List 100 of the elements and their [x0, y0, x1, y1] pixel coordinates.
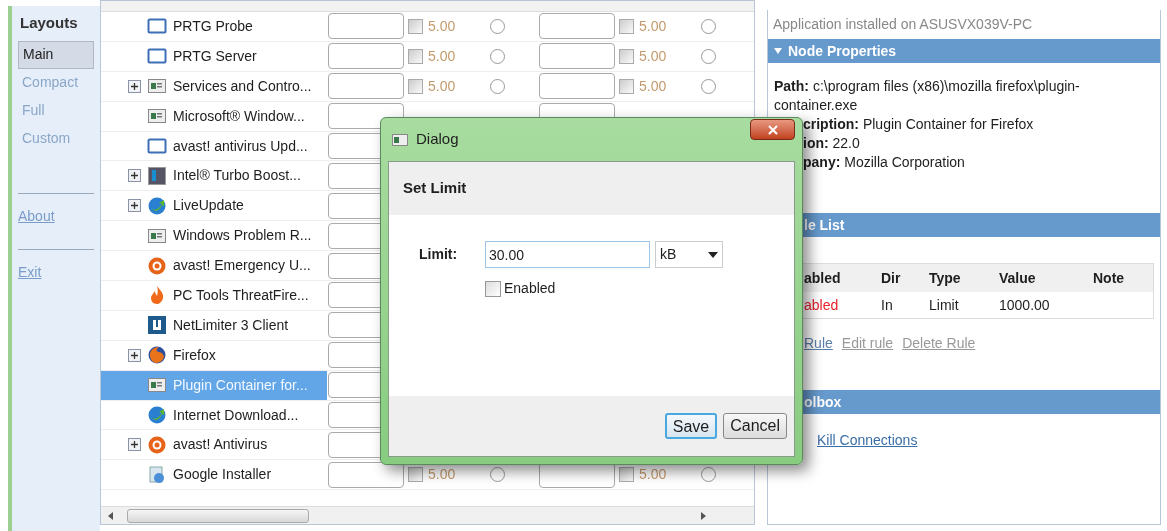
limit-value: 5.00	[428, 46, 456, 66]
limit-checkbox[interactable]	[619, 467, 634, 483]
close-icon	[765, 122, 780, 137]
app-name: PRTG Probe	[173, 16, 253, 36]
layout-item[interactable]: Main	[18, 40, 94, 69]
app-row[interactable]: LiveUpdate	[101, 191, 327, 221]
app-row[interactable]: Google Installer	[101, 460, 327, 490]
column-header: Type	[929, 268, 962, 288]
limit-radio[interactable]	[701, 467, 716, 483]
expand-plus-icon[interactable]	[128, 438, 141, 452]
limit-input[interactable]	[539, 13, 615, 40]
limit-checkbox[interactable]	[619, 78, 634, 94]
limit-label: Limit:	[419, 245, 459, 264]
expand-plus-icon[interactable]	[128, 199, 141, 213]
limit-field[interactable]: 30.00	[485, 241, 650, 268]
limit-input[interactable]	[539, 43, 615, 70]
section-title: olbox	[804, 392, 842, 412]
rule-cell-text: abled	[803, 295, 840, 315]
toolbox-link[interactable]: Kill Connections	[817, 432, 918, 448]
app-name: avast! antivirus Upd...	[173, 136, 308, 156]
dialog-heading: Set Limit	[403, 178, 467, 199]
fox-globe-icon	[147, 345, 167, 366]
ring-logo-icon	[147, 255, 167, 276]
app-row[interactable]: avast! Antivirus	[101, 430, 327, 460]
app-name: LiveUpdate	[173, 196, 244, 216]
section-title: Node Properties	[788, 41, 897, 61]
app-row[interactable]: NetLimiter 3 Client	[101, 310, 327, 340]
column-header: Value	[999, 268, 1037, 288]
window-icon	[147, 136, 167, 156]
limit-value: 5.00	[639, 46, 667, 66]
window-icon	[147, 16, 167, 37]
enabled-checkbox[interactable]	[485, 280, 501, 297]
limit-radio[interactable]	[490, 78, 505, 94]
close-button[interactable]	[750, 119, 795, 140]
window-icon	[147, 46, 167, 67]
limit-checkbox[interactable]	[619, 18, 634, 34]
app-name: Plugin Container for...	[173, 375, 308, 395]
collapse-triangle-icon[interactable]	[774, 48, 782, 54]
expand-plus-icon[interactable]	[128, 169, 141, 183]
app-name: Microsoft® Window...	[173, 106, 305, 126]
globe-icon	[147, 195, 167, 216]
app-row[interactable]: Firefox	[101, 340, 327, 370]
unit-dropdown[interactable]: kB	[655, 241, 723, 268]
limit-radio[interactable]	[701, 78, 716, 94]
limit-radio[interactable]	[490, 467, 505, 483]
limit-value: 5.00	[639, 76, 667, 96]
section-title: le List	[804, 215, 845, 235]
app-row[interactable]: PRTG Server	[101, 41, 327, 71]
scrollbar-thumb[interactable]	[127, 508, 309, 523]
rule-cell-text: Limit	[929, 295, 960, 315]
expand-plus-icon[interactable]	[128, 79, 141, 93]
column-header: Note	[1093, 268, 1126, 288]
limit-input[interactable]	[328, 43, 404, 70]
column-header: abled	[803, 268, 842, 288]
app-row[interactable]: PC Tools ThreatFire...	[101, 281, 327, 310]
app-name: PC Tools ThreatFire...	[173, 285, 309, 305]
app-row[interactable]: Internet Download...	[101, 400, 327, 430]
expand-plus-icon[interactable]	[128, 348, 141, 362]
monitor-icon	[147, 165, 167, 186]
app-row[interactable]: Services and Contro...	[101, 71, 327, 101]
app-name: Google Installer	[173, 465, 272, 485]
rule-link[interactable]: Rule	[804, 333, 833, 354]
limit-input[interactable]	[328, 461, 404, 488]
limit-radio[interactable]	[490, 18, 505, 34]
dropdown-caret-icon	[708, 251, 718, 258]
limit-checkbox[interactable]	[408, 18, 423, 34]
limit-radio[interactable]	[701, 18, 716, 34]
limit-checkbox[interactable]	[619, 48, 634, 64]
app-name: Intel® Turbo Boost...	[173, 166, 301, 186]
sidebar-title: Layouts	[19, 13, 79, 33]
app-row[interactable]: Intel® Turbo Boost...	[101, 161, 327, 191]
app-row[interactable]: avast! Emergency U...	[101, 251, 327, 280]
horizontal-scrollbar[interactable]	[101, 506, 754, 524]
limit-input[interactable]	[328, 13, 404, 40]
property-line: pany: Mozilla Corporation	[802, 153, 966, 172]
app-row[interactable]: avast! antivirus Upd...	[101, 131, 327, 161]
app-row[interactable]: PRTG Probe	[101, 12, 327, 41]
dialog-title: Dialog	[416, 129, 459, 150]
limit-checkbox[interactable]	[408, 78, 423, 94]
property-line: ion: 22.0	[802, 134, 861, 153]
scroll-right-icon[interactable]	[699, 511, 707, 520]
limit-input[interactable]	[539, 73, 615, 100]
limit-radio[interactable]	[701, 48, 716, 64]
installer-icon	[147, 464, 167, 485]
app-name: Windows Problem R...	[173, 226, 312, 246]
limit-value: 5.00	[428, 76, 456, 96]
limit-checkbox[interactable]	[408, 48, 423, 64]
app-row[interactable]: Windows Problem R...	[101, 221, 327, 251]
app-row[interactable]: Microsoft® Window...	[101, 101, 327, 131]
app-name: Services and Contro...	[173, 76, 312, 96]
dialog-button[interactable]: Save	[664, 413, 718, 439]
app-name: avast! Antivirus	[173, 435, 268, 455]
dialog-button[interactable]: Cancel	[723, 413, 787, 439]
scroll-left-icon[interactable]	[107, 511, 115, 520]
limit-value: 5.00	[639, 465, 667, 485]
ring-logo-icon	[147, 434, 167, 455]
limit-input[interactable]	[328, 73, 404, 100]
enabled-label: Enabled	[504, 279, 556, 298]
limit-checkbox[interactable]	[408, 467, 423, 483]
limit-radio[interactable]	[490, 48, 505, 64]
